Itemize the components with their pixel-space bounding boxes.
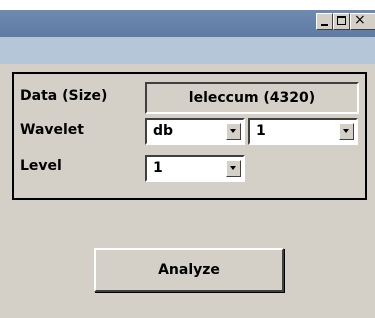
- parameters-group: Data (Size) leleccum (4320) Wavelet db 1…: [12, 72, 367, 200]
- chevron-down-icon[interactable]: [226, 123, 241, 140]
- menu-bar-strip: [0, 37, 375, 64]
- wavelet-order-select[interactable]: 1: [248, 118, 358, 145]
- wavelet-family-select[interactable]: db: [145, 118, 245, 145]
- chevron-down-icon[interactable]: [339, 123, 354, 140]
- close-icon: ×: [354, 12, 366, 28]
- wavelet-family-value: db: [153, 123, 174, 139]
- wavelet-order-value: 1: [256, 123, 266, 139]
- data-size-label: Data (Size): [20, 88, 108, 104]
- level-label: Level: [20, 158, 62, 174]
- data-size-field: leleccum (4320): [145, 82, 359, 114]
- chevron-down-icon[interactable]: [226, 160, 241, 177]
- minimize-icon: [321, 24, 328, 26]
- level-value: 1: [153, 160, 163, 176]
- close-button[interactable]: ×: [350, 12, 375, 30]
- level-select[interactable]: 1: [145, 155, 245, 182]
- maximize-button[interactable]: [333, 13, 350, 30]
- analyze-button[interactable]: Analyze: [94, 248, 284, 292]
- minimize-button[interactable]: [316, 13, 333, 30]
- wavelet-label: Wavelet: [20, 122, 84, 138]
- app-window: × Data (Size) leleccum (4320) Wavelet db…: [0, 0, 375, 318]
- maximize-icon: [337, 16, 346, 25]
